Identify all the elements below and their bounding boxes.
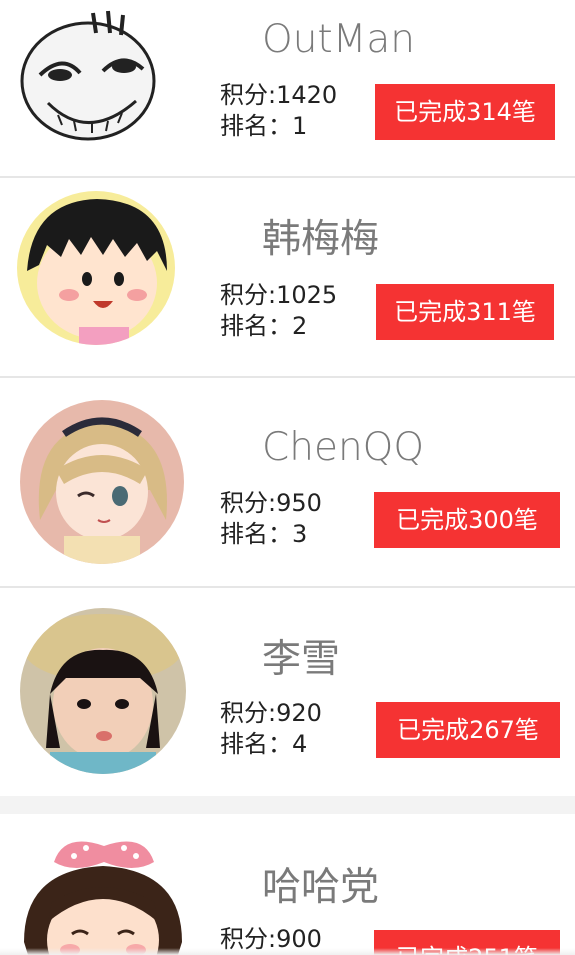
meme-face-icon xyxy=(18,3,160,141)
completed-badge[interactable]: 已完成314笔 xyxy=(375,84,555,140)
list-item[interactable]: OutMan 积分:1420 排名：1 已完成314笔 xyxy=(0,0,575,176)
rank-label: 排名： xyxy=(220,312,292,340)
bottom-edge xyxy=(0,948,575,955)
score-value: 1025 xyxy=(276,281,338,309)
user-name: 李雪 xyxy=(262,637,341,682)
score-label: 积分: xyxy=(220,699,277,727)
user-name: 哈哈党 xyxy=(262,865,380,910)
child-photo-straw-hat-icon xyxy=(20,608,186,774)
rank-value: 3 xyxy=(292,520,308,548)
rank-value: 2 xyxy=(292,312,308,340)
user-name: OutMan xyxy=(262,17,415,62)
score-text: 积分:920 xyxy=(220,698,322,729)
cartoon-girl-bow-icon xyxy=(14,822,192,955)
rank-text: 排名：4 xyxy=(220,729,307,760)
cartoon-girl-short-hair-icon xyxy=(17,191,175,345)
score-label: 积分: xyxy=(220,281,277,309)
score-label: 积分: xyxy=(220,81,277,109)
score-label: 积分: xyxy=(220,489,277,517)
leaderboard-list: OutMan 积分:1420 排名：1 已完成314笔 韩梅梅 积分:1025 … xyxy=(0,0,575,955)
score-value: 1420 xyxy=(276,81,338,109)
rank-value: 1 xyxy=(292,112,308,140)
rank-text: 排名：1 xyxy=(220,111,307,142)
list-item[interactable]: 韩梅梅 积分:1025 排名：2 已完成311笔 xyxy=(0,178,575,376)
rank-value: 4 xyxy=(292,730,308,758)
score-text: 积分:1420 xyxy=(220,80,337,111)
score-text: 积分:1025 xyxy=(220,280,337,311)
rank-label: 排名： xyxy=(220,520,292,548)
completed-badge[interactable]: 已完成300笔 xyxy=(374,492,560,548)
completed-badge[interactable]: 已完成311笔 xyxy=(376,284,554,340)
score-value: 950 xyxy=(276,489,322,517)
rank-label: 排名： xyxy=(220,730,292,758)
score-value: 920 xyxy=(276,699,322,727)
rank-label: 排名： xyxy=(220,112,292,140)
rank-text: 排名：3 xyxy=(220,519,307,550)
user-name: 韩梅梅 xyxy=(262,217,380,262)
anime-girl-blonde-icon xyxy=(20,400,184,564)
list-item[interactable]: ChenQQ 积分:950 排名：3 已完成300笔 xyxy=(0,378,575,586)
list-item[interactable]: 李雪 积分:920 排名：4 已完成267笔 xyxy=(0,588,575,796)
completed-badge[interactable]: 已完成267笔 xyxy=(376,702,560,758)
user-name: ChenQQ xyxy=(262,425,425,470)
score-text: 积分:950 xyxy=(220,488,322,519)
rank-text: 排名：2 xyxy=(220,311,307,342)
divider xyxy=(0,796,575,814)
list-item[interactable]: 哈哈党 积分:900 已完成251笔 xyxy=(0,814,575,955)
